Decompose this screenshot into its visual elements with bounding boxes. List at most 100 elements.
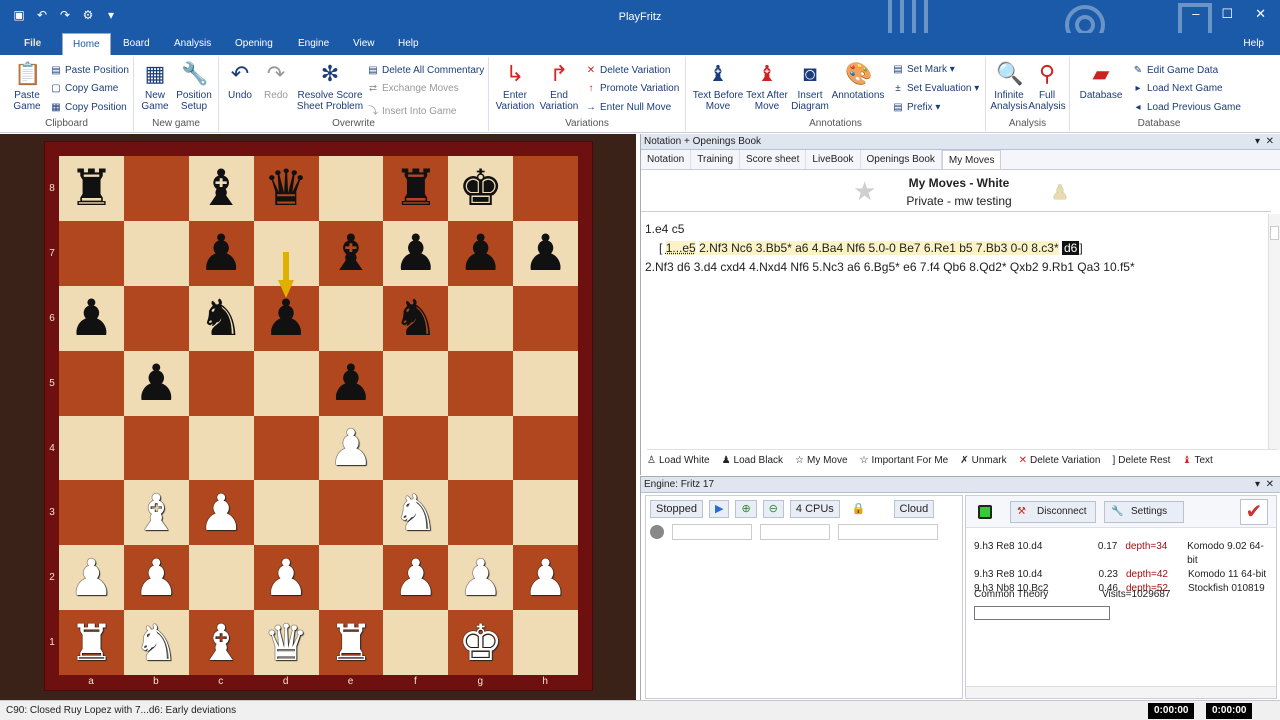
- edit-game-data-button[interactable]: ✎ Edit Game Data: [1132, 65, 1218, 76]
- square-f1[interactable]: [383, 610, 449, 675]
- zoom-in-icon[interactable]: ⊕: [735, 500, 757, 518]
- square-c7[interactable]: ♟: [188, 220, 254, 286]
- white-queen-icon[interactable]: ♛: [264, 618, 309, 668]
- black-knight-icon[interactable]: ♞: [199, 293, 244, 343]
- square-d2[interactable]: ♟: [253, 545, 319, 611]
- white-knight-icon[interactable]: ♞: [393, 488, 438, 538]
- redo-button[interactable]: ↷ Redo: [261, 61, 291, 101]
- square-g6[interactable]: [448, 285, 514, 351]
- disconnect-button[interactable]: ⚒ Disconnect: [1010, 501, 1096, 523]
- square-h2[interactable]: ♟: [513, 545, 578, 611]
- square-e8[interactable]: [318, 156, 384, 221]
- square-e5[interactable]: ♟: [318, 350, 384, 416]
- annotations-button[interactable]: 🎨 Annotations: [830, 61, 886, 101]
- white-knight-icon[interactable]: ♞: [134, 618, 179, 668]
- text-button[interactable]: ♝ Text: [1182, 455, 1212, 466]
- square-h5[interactable]: [513, 350, 578, 416]
- square-f3[interactable]: ♞: [383, 480, 449, 546]
- checkmark-icon[interactable]: ✔: [1240, 499, 1268, 525]
- database-button[interactable]: ▰ Database: [1078, 61, 1124, 101]
- load-black-button[interactable]: ♟ Load Black: [722, 455, 783, 466]
- square-g3[interactable]: [448, 480, 514, 546]
- text-before-move-button[interactable]: ♝ Text Before Move: [692, 61, 744, 112]
- move-line-continuation[interactable]: 2.Nf3 d6 3.d4 cxd4 4.Nxd4 Nf6 5.Nc3 a6 6…: [645, 258, 1265, 277]
- black-pawn-icon[interactable]: ♟: [329, 358, 374, 408]
- square-b1[interactable]: ♞: [123, 610, 189, 675]
- delete-variation-toolbar-button[interactable]: ✕ Delete Variation: [1019, 455, 1101, 466]
- square-d4[interactable]: [253, 415, 319, 481]
- enter-variation-button[interactable]: ↳ Enter Variation: [495, 61, 535, 112]
- black-bishop-icon[interactable]: ♝: [329, 228, 374, 278]
- square-e4[interactable]: ♟: [318, 415, 384, 481]
- black-pawn-icon[interactable]: ♟: [134, 358, 179, 408]
- help-link[interactable]: Help: [1233, 33, 1274, 55]
- tab-board[interactable]: Board: [113, 33, 160, 55]
- tab-opening[interactable]: Opening: [225, 33, 283, 55]
- tab-help[interactable]: Help: [388, 33, 429, 55]
- black-rook-icon[interactable]: ♜: [393, 163, 438, 213]
- square-c8[interactable]: ♝: [188, 156, 254, 221]
- delete-all-commentary-button[interactable]: ▤ Delete All Commentary: [367, 65, 484, 76]
- white-pawn-icon[interactable]: ♟: [329, 423, 374, 473]
- square-g5[interactable]: [448, 350, 514, 416]
- black-king-icon[interactable]: ♚: [458, 163, 503, 213]
- square-h3[interactable]: [513, 480, 578, 546]
- tab-training[interactable]: Training: [691, 150, 741, 169]
- black-pawn-icon[interactable]: ♟: [523, 228, 568, 278]
- white-bishop-icon[interactable]: ♝: [199, 618, 244, 668]
- cpus-button[interactable]: 4 CPUs: [789, 500, 840, 518]
- move-line-variation[interactable]: [ 1...e5 2.Nf3 Nc6 3.Bb5* a6 4.Ba4 Nf6 5…: [645, 239, 1265, 258]
- square-h6[interactable]: [513, 285, 578, 351]
- white-pawn-icon[interactable]: ♟: [199, 488, 244, 538]
- variation-first-move[interactable]: 1...e5: [665, 241, 696, 255]
- delete-rest-button[interactable]: ] Delete Rest: [1112, 455, 1170, 466]
- cloud-horizontal-scrollbar[interactable]: [966, 686, 1276, 698]
- insert-diagram-button[interactable]: ◙ Insert Diagram: [790, 61, 830, 112]
- square-h1[interactable]: [513, 610, 578, 675]
- delete-variation-button[interactable]: ✕ Delete Variation: [585, 65, 671, 76]
- square-g1[interactable]: ♚: [448, 610, 514, 675]
- lock-icon[interactable]: 🔒: [845, 500, 872, 518]
- square-c3[interactable]: ♟: [188, 480, 254, 546]
- square-f6[interactable]: ♞: [383, 285, 449, 351]
- important-for-me-button[interactable]: ☆ Important For Me: [860, 455, 949, 466]
- text-after-move-button[interactable]: ♝ Text After Move: [744, 61, 790, 112]
- square-e6[interactable]: [318, 285, 384, 351]
- tab-openings-book[interactable]: Openings Book: [861, 150, 942, 169]
- black-pawn-icon[interactable]: ♟: [264, 293, 309, 343]
- square-g7[interactable]: ♟: [448, 220, 514, 286]
- tab-notation[interactable]: Notation: [641, 150, 692, 169]
- end-variation-button[interactable]: ↱ End Variation: [539, 61, 579, 112]
- cloud-analysis-row[interactable]: 9.h3 Re8 10.d4 0.17 depth=34 Komodo 9.02 64…: [974, 540, 1274, 568]
- copy-game-button[interactable]: ▢ Copy Game: [50, 83, 118, 94]
- cloud-analysis-row[interactable]: 9.h3 Re8 10.d4 0.23 depth=42 Komodo 11 64-b…: [974, 568, 1274, 582]
- square-e1[interactable]: ♜: [318, 610, 384, 675]
- square-b7[interactable]: [123, 220, 189, 286]
- square-b6[interactable]: [123, 285, 189, 351]
- tab-engine[interactable]: Engine: [288, 33, 339, 55]
- set-mark-button[interactable]: ▤ Set Mark ▾: [892, 64, 955, 75]
- square-b5[interactable]: ♟: [123, 350, 189, 416]
- square-c2[interactable]: [188, 545, 254, 611]
- new-game-button[interactable]: ▦ New Game: [140, 61, 170, 112]
- square-f4[interactable]: [383, 415, 449, 481]
- square-h7[interactable]: ♟: [513, 220, 578, 286]
- square-c5[interactable]: [188, 350, 254, 416]
- undo-button[interactable]: ↶ Undo: [225, 61, 255, 101]
- infinite-analysis-button[interactable]: 🔍 Infinite Analysis: [990, 61, 1028, 112]
- move-line-main[interactable]: 1.e4 c5: [645, 220, 1265, 239]
- scroll-thumb[interactable]: [1270, 226, 1279, 240]
- paste-position-button[interactable]: ▤ Paste Position: [50, 65, 129, 76]
- black-bishop-icon[interactable]: ♝: [199, 163, 244, 213]
- enter-null-move-button[interactable]: → Enter Null Move: [585, 102, 671, 113]
- square-d8[interactable]: ♛: [253, 156, 319, 221]
- black-pawn-icon[interactable]: ♟: [458, 228, 503, 278]
- white-pawn-icon[interactable]: ♟: [134, 553, 179, 603]
- full-analysis-button[interactable]: ⚲ Full Analysis: [1028, 61, 1066, 112]
- load-next-game-button[interactable]: ▸ Load Next Game: [1132, 83, 1222, 94]
- square-g4[interactable]: [448, 415, 514, 481]
- white-pawn-icon[interactable]: ♟: [69, 553, 114, 603]
- black-queen-icon[interactable]: ♛: [264, 163, 309, 213]
- zoom-out-icon[interactable]: ⊖: [762, 500, 784, 518]
- prefix-button[interactable]: ▤ Prefix ▾: [892, 102, 940, 113]
